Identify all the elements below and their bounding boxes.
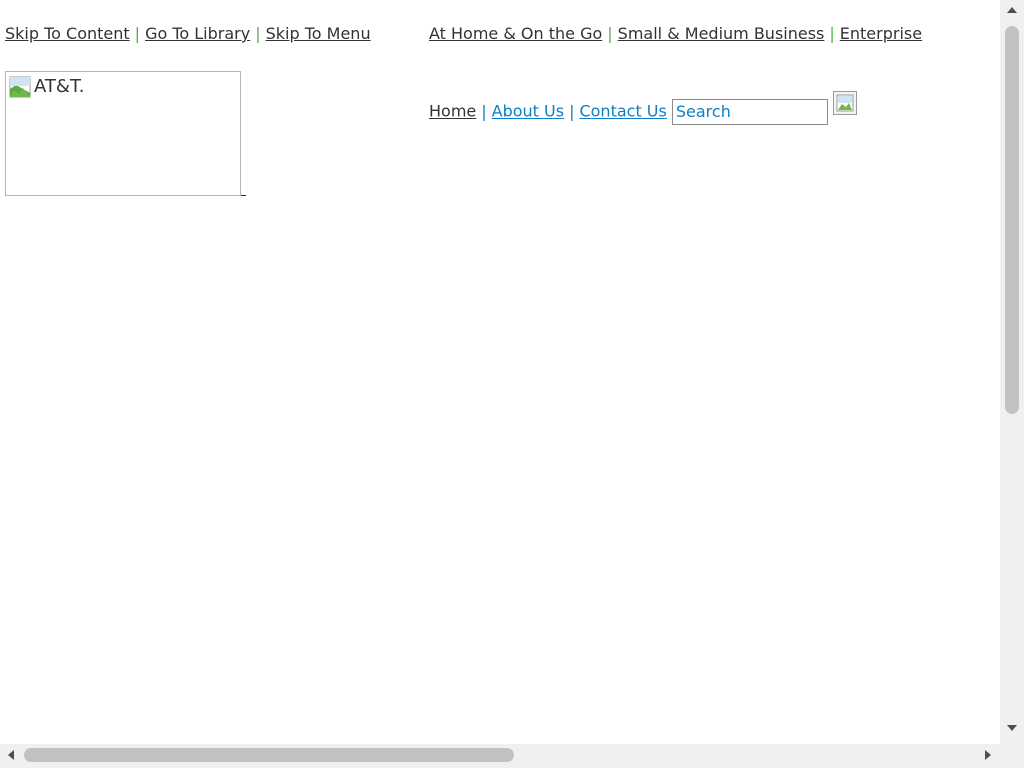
horizontal-scroll-thumb[interactable]: [24, 748, 514, 762]
home-on-the-go-link[interactable]: At Home & On the Go: [429, 24, 602, 43]
page-viewport: Skip To Content | Go To Library | Skip To Me…: [0, 0, 1000, 744]
separator: |: [134, 24, 141, 43]
scroll-down-arrow-icon[interactable]: [1007, 725, 1017, 731]
search-button-icon: [836, 94, 854, 112]
vertical-scroll-thumb[interactable]: [1005, 26, 1019, 414]
separator: |: [255, 24, 261, 43]
separator: |: [607, 24, 613, 43]
go-to-library-link[interactable]: Go To Library: [145, 24, 250, 43]
scroll-left-arrow-icon[interactable]: [8, 750, 14, 760]
separator: |: [481, 101, 487, 121]
utility-navigation: Home | About Us | Contact Us Search: [429, 99, 828, 125]
broken-image-icon: [9, 76, 31, 98]
att-logo-link[interactable]: AT&T.: [5, 71, 241, 196]
scroll-up-arrow-icon[interactable]: [1007, 7, 1017, 13]
about-us-link[interactable]: About Us: [492, 102, 564, 121]
contact-us-link[interactable]: Contact Us: [579, 102, 666, 121]
search-button[interactable]: [833, 91, 857, 115]
small-medium-business-link[interactable]: Small & Medium Business: [618, 24, 825, 43]
enterprise-link[interactable]: Enterprise: [840, 24, 922, 43]
segment-navigation: At Home & On the Go | Small & Medium Busin…: [429, 23, 922, 45]
logo-alt-text: AT&T.: [34, 76, 85, 97]
logo-link-underline: [241, 195, 246, 196]
search-input[interactable]: Search: [671, 99, 828, 125]
vertical-scrollbar[interactable]: [1000, 0, 1024, 744]
separator: |: [829, 24, 835, 43]
horizontal-scrollbar[interactable]: [0, 744, 1000, 768]
home-link[interactable]: Home: [429, 102, 476, 121]
skip-to-content-link[interactable]: Skip To Content: [5, 24, 130, 43]
separator: |: [569, 101, 575, 121]
scroll-right-arrow-icon[interactable]: [985, 750, 991, 760]
scrollbar-corner: [1000, 744, 1024, 768]
skip-to-menu-link[interactable]: Skip To Menu: [266, 24, 371, 43]
skip-navigation: Skip To Content | Go To Library | Skip To Me…: [5, 23, 371, 45]
